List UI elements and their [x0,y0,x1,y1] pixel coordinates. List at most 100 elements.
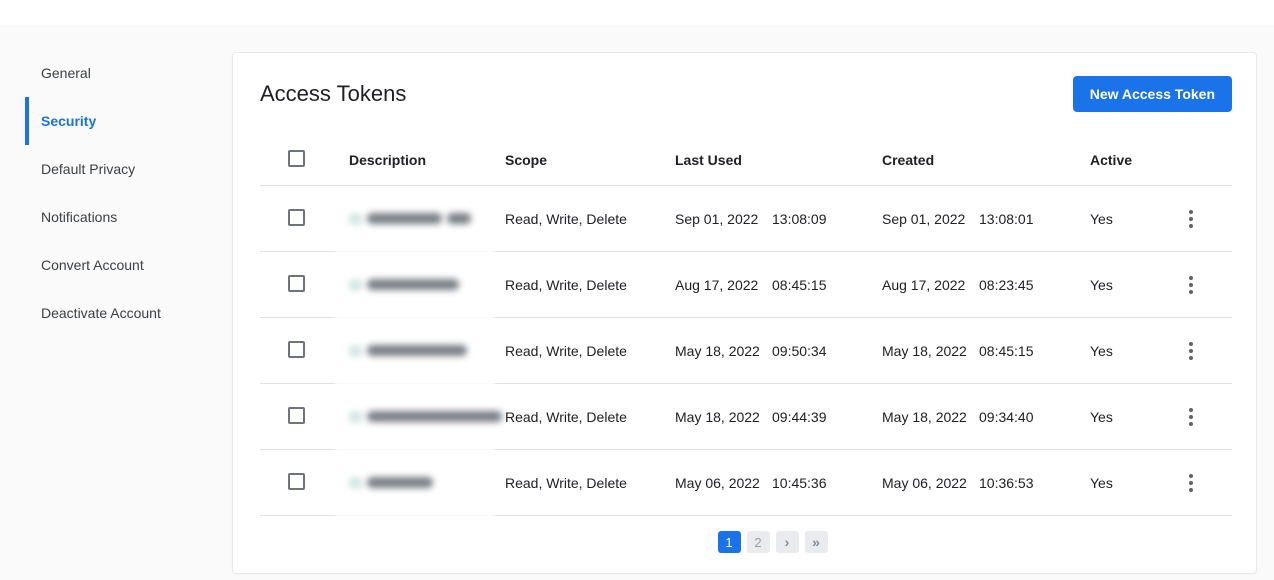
redacted-text [367,477,433,488]
last-used-time: 09:44:39 [772,408,827,425]
created-cell: May 06, 2022 10:36:53 [882,475,1090,491]
panel-header: Access Tokens New Access Token [233,53,1256,135]
sidebar-item-label: Default Privacy [41,161,136,177]
column-header-scope: Scope [505,152,548,168]
last-used-date: Aug 17, 2022 [675,276,759,293]
pagination: 1 2 ›» [261,516,1274,580]
last-used-cell: Aug 17, 2022 08:45:15 [675,277,882,293]
active-status: Yes [1090,474,1113,491]
redacted-text [447,213,471,224]
last-used-cell: May 18, 2022 09:50:34 [675,343,882,359]
row-checkbox[interactable] [288,274,305,292]
settings-sidebar: General Security Default Privacy Notificati… [0,49,232,337]
redacted-text [367,345,467,356]
token-description-redacted [335,186,505,254]
last-used-date: Sep 01, 2022 [675,210,759,227]
created-time: 13:08:01 [979,210,1034,227]
created-date: Sep 01, 2022 [882,210,966,227]
row-checkbox[interactable] [288,340,305,358]
scope-cell: Read, Write, Delete [505,210,627,227]
token-description-redacted [335,384,505,452]
sidebar-item-label: General [41,65,91,81]
scope-cell: Read, Write, Delete [505,276,627,293]
created-date: May 18, 2022 [882,408,967,425]
token-description-redacted [335,450,505,518]
redacted-text [367,213,442,224]
last-used-cell: May 18, 2022 09:44:39 [675,409,882,425]
column-header-last-used: Last Used [675,152,742,168]
row-checkbox[interactable] [288,472,305,490]
redacted-text [367,279,459,290]
created-cell: Aug 17, 2022 08:23:45 [882,277,1090,293]
table-row: Read, Write, Delete May 18, 2022 09:44:39 M… [260,384,1232,452]
kebab-menu-icon[interactable] [1183,470,1199,496]
table-row: Read, Write, Delete May 06, 2022 10:45:36 M… [260,450,1232,518]
sidebar-item-label: Convert Account [41,257,144,273]
page-1-button[interactable]: 1 [717,531,741,553]
sidebar-item-deactivate-account[interactable]: Deactivate Account [0,289,232,337]
sidebar-item-label: Security [41,113,97,129]
new-access-token-button[interactable]: New Access Token [1072,76,1232,112]
token-description-redacted [335,252,505,320]
kebab-menu-icon[interactable] [1183,272,1199,298]
created-date: Aug 17, 2022 [882,276,966,293]
column-header-active: Active [1090,152,1133,168]
access-tokens-table: Description Scope Last Used Created Acti… [260,135,1232,518]
kebab-menu-icon[interactable] [1183,338,1199,364]
access-tokens-panel: Access Tokens New Access Token Descripti… [232,52,1257,574]
column-header-description: Description [349,152,427,168]
sidebar-item-security[interactable]: Security [0,97,232,145]
sidebar-item-notifications[interactable]: Notifications [0,193,232,241]
last-used-cell: May 06, 2022 10:45:36 [675,475,882,491]
sidebar-item-default-privacy[interactable]: Default Privacy [0,145,232,193]
token-description-redacted [335,318,505,386]
last-used-date: May 06, 2022 [675,474,760,491]
column-header-created: Created [882,152,935,168]
active-indicator [25,97,29,145]
created-time: 09:34:40 [979,408,1034,425]
created-date: May 06, 2022 [882,474,967,491]
active-status: Yes [1090,210,1113,227]
last-used-date: May 18, 2022 [675,408,760,425]
last-used-time: 13:08:09 [772,210,827,227]
select-all-checkbox[interactable] [288,150,305,167]
redacted-icon [349,212,362,225]
redacted-icon [349,344,362,357]
created-time: 10:36:53 [979,474,1034,491]
page-2-button[interactable]: 2 [746,531,770,553]
scope-cell: Read, Write, Delete [505,408,627,425]
table-row: Read, Write, Delete May 18, 2022 09:50:34 M… [260,318,1232,386]
kebab-menu-icon[interactable] [1183,206,1199,232]
sidebar-item-label: Deactivate Account [41,305,161,321]
redacted-icon [349,476,362,489]
created-cell: May 18, 2022 09:34:40 [882,409,1090,425]
scope-cell: Read, Write, Delete [505,474,627,491]
row-checkbox[interactable] [288,406,305,424]
created-time: 08:45:15 [979,342,1034,359]
last-used-time: 09:50:34 [772,342,827,359]
redacted-text [367,411,502,422]
active-status: Yes [1090,276,1113,293]
panel-title: Access Tokens [260,81,407,106]
redacted-icon [349,410,362,423]
sidebar-item-label: Notifications [41,209,118,225]
last-page-button[interactable]: » [804,531,828,553]
top-bar [0,0,1274,25]
active-status: Yes [1090,408,1113,425]
created-cell: May 18, 2022 08:45:15 [882,343,1090,359]
active-status: Yes [1090,342,1113,359]
created-cell: Sep 01, 2022 13:08:01 [882,211,1090,227]
sidebar-item-convert-account[interactable]: Convert Account [0,241,232,289]
next-page-button[interactable]: › [775,531,799,553]
last-used-time: 10:45:36 [772,474,827,491]
created-date: May 18, 2022 [882,342,967,359]
kebab-menu-icon[interactable] [1183,404,1199,430]
redacted-icon [349,278,362,291]
last-used-cell: Sep 01, 2022 13:08:09 [675,211,882,227]
created-time: 08:23:45 [979,276,1034,293]
sidebar-item-general[interactable]: General [0,49,232,97]
table-body: Read, Write, Delete Sep 01, 2022 13:08:09 S… [260,186,1232,518]
last-used-date: May 18, 2022 [675,342,760,359]
row-checkbox[interactable] [288,208,305,226]
last-used-time: 08:45:15 [772,276,827,293]
